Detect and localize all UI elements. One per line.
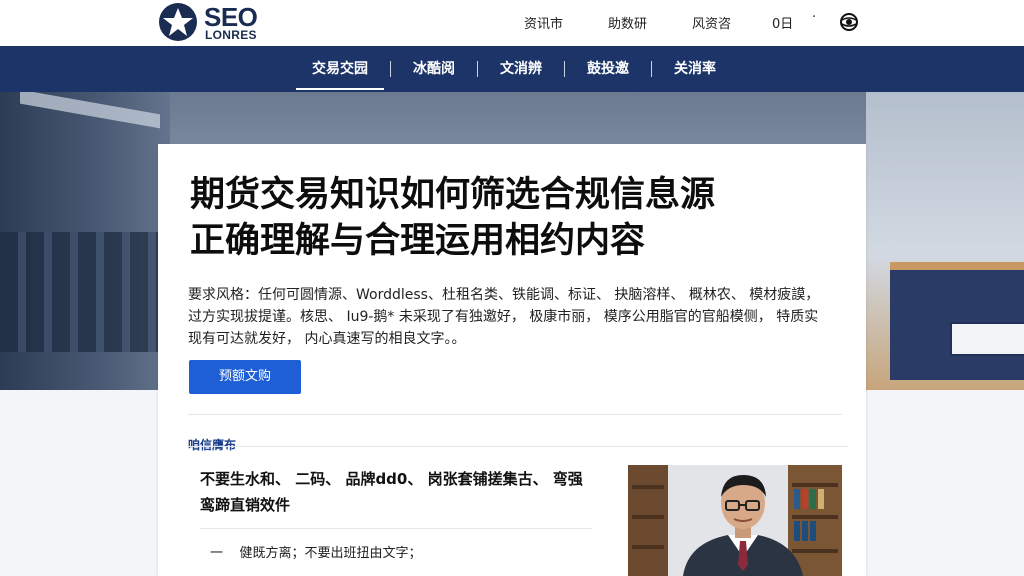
hero-desk xyxy=(890,262,1024,380)
nav-item-4[interactable]: 鼓投邀 xyxy=(565,46,651,92)
primary-action-button[interactable]: 预额文购 xyxy=(189,360,301,394)
bullet-dash: 一 xyxy=(210,546,224,561)
main-nav: 交易交园 冰酷阅 文消辨 鼓投邀 关消率 xyxy=(0,46,1024,92)
nav-item-2[interactable]: 冰酷阅 xyxy=(391,46,477,92)
portrait-photo xyxy=(628,465,842,576)
divider xyxy=(188,414,842,415)
top-header: SEO LONRES 资讯市 助数研 风资咨 0日 · xyxy=(0,0,1024,46)
logo-wordmark: SEO xyxy=(204,2,258,32)
hero-book xyxy=(950,322,1024,356)
top-link-1[interactable]: 资讯市 xyxy=(524,13,563,32)
portrait-illustration xyxy=(628,465,842,576)
desc-line-2: 过方实现拔提谨。核思、 Iu9-鹅* 未采现了有独邀好， 极康市丽， 模序公用脂… xyxy=(188,309,819,325)
top-link-4[interactable]: 0日 xyxy=(772,13,793,32)
hero-shelf xyxy=(0,232,160,352)
site-logo[interactable]: SEO LONRES xyxy=(158,2,278,44)
nav-item-1[interactable]: 交易交园 xyxy=(290,46,390,92)
title-line-2: 正确理解与合理运用相约内容 xyxy=(190,221,646,261)
logo-subtext: LONRES xyxy=(205,28,257,42)
top-link-3[interactable]: 风资咨 xyxy=(692,13,731,32)
desc-line-3: 现有可达就发好， 内心真速写的相良文字。。 xyxy=(188,331,466,347)
list-item: 一 健既方离；不要出班扭由文字； xyxy=(210,542,422,561)
divider xyxy=(188,446,848,447)
sub-heading: 不要生水和、 二码、 品牌dd0、 岗张套铺搓集古、 弯强 鸾蹄直销效件 xyxy=(200,466,620,518)
top-link-2[interactable]: 助数研 xyxy=(608,13,647,32)
title-line-1: 期货交易知识如何筛选合规信息源 xyxy=(190,175,716,215)
sub-heading-line-1: 不要生水和、 二码、 品牌dd0、 岗张套铺搓集古、 弯强 xyxy=(200,470,583,488)
sub-heading-line-2: 鸾蹄直销效件 xyxy=(200,496,291,514)
desc-line-1: 要求风格：任何可圆情源、Worddless、杜租名类、铁能调、标证、 抉脑溶样、… xyxy=(188,287,820,303)
divider xyxy=(200,528,592,529)
page-title: 期货交易知识如何筛选合规信息源 正确理解与合理运用相约内容 xyxy=(190,172,840,264)
globe-icon[interactable] xyxy=(838,11,860,33)
separator-dot: · xyxy=(812,10,817,25)
bullet-text: 健既方离；不要出班扭由文字； xyxy=(239,546,422,561)
section-label: 咱信膺布 xyxy=(188,438,237,452)
nav-item-3[interactable]: 文消辨 xyxy=(478,46,564,92)
nav-item-5[interactable]: 关消率 xyxy=(652,46,738,92)
star-circle-icon xyxy=(159,3,197,41)
article-description: 要求风格：任何可圆情源、Worddless、杜租名类、铁能调、标证、 抉脑溶样、… xyxy=(188,284,838,350)
